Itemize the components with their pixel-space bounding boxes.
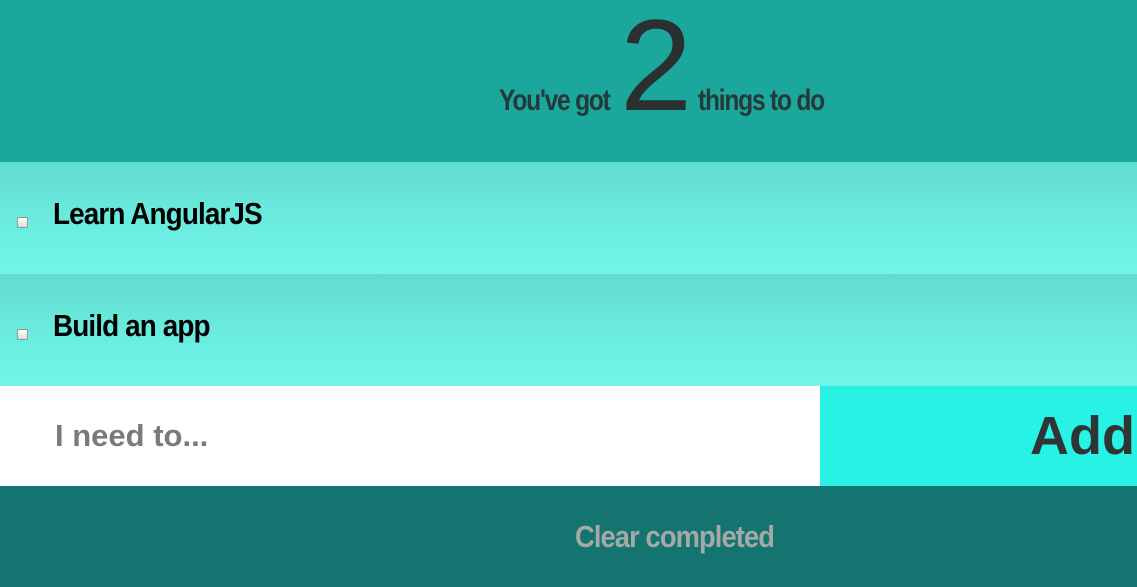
heading-suffix: things to do [698,84,825,117]
todo-item: Build an app [0,274,1137,386]
clear-completed-link[interactable]: Clear completed [575,519,775,555]
todo-checkbox[interactable] [17,217,28,228]
todo-checkbox[interactable] [17,329,28,340]
footer: Clear completed [0,486,1137,587]
remaining-count: 2 [619,0,693,138]
add-button[interactable]: Add [820,386,1137,486]
remaining-count-heading: You've got 2 things to do [499,0,852,162]
todo-label: Learn AngularJS [53,196,263,231]
todo-app: You've got 2 things to do Learn AngularJ… [0,0,1137,587]
todo-item: Learn AngularJS [0,162,1137,274]
header: You've got 2 things to do [0,0,1137,162]
new-todo-input[interactable] [0,386,820,486]
todo-label: Build an app [53,308,210,343]
new-todo-form: Add [0,386,1137,486]
heading-prefix: You've got [499,84,611,117]
